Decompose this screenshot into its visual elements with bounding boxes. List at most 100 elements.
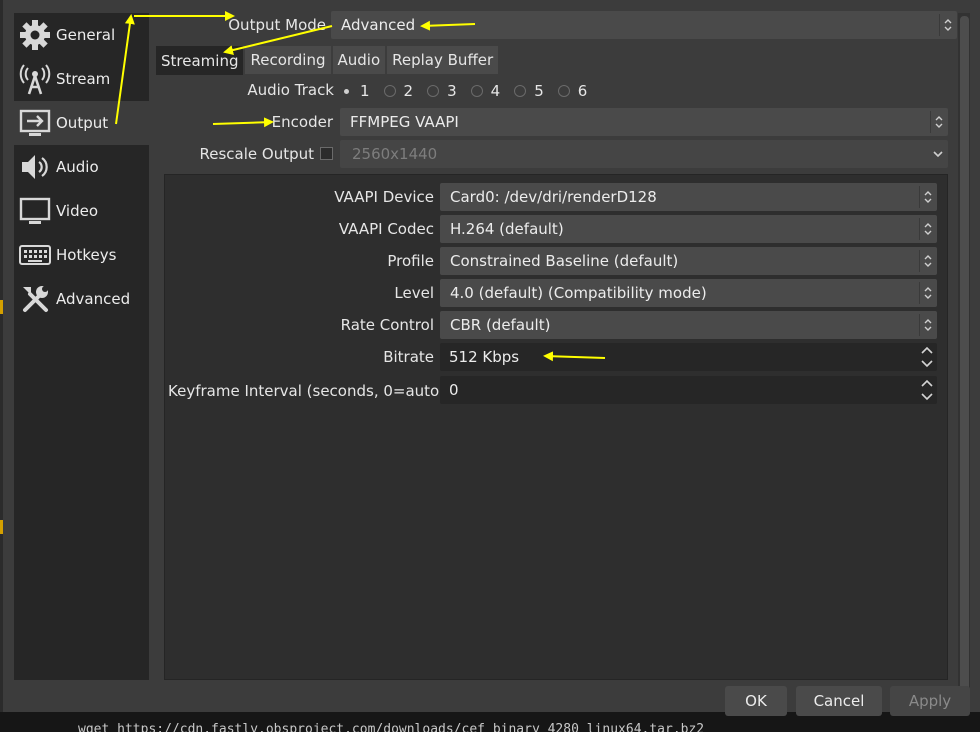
sidebar-item-general[interactable]: General [14,13,149,57]
tab-replay-buffer[interactable]: Replay Buffer [387,46,499,74]
chevron-up-icon[interactable] [919,378,935,389]
rescale-output-select: 2560x1440 [340,140,948,168]
audio-track-radio-6[interactable]: 6 [557,82,588,100]
broadcast-tower-icon [14,57,56,101]
radio-label: 3 [447,82,457,100]
encoder-value: FFMPEG VAAPI [350,113,459,131]
audio-track-radio-1[interactable]: 1 [340,82,370,100]
monitor-output-icon [14,101,56,145]
audio-track-radio-2[interactable]: 2 [383,82,414,100]
level-label: Level [394,284,434,302]
audio-track-radio-3[interactable]: 3 [427,82,457,100]
radio-label: 4 [490,82,501,100]
vaapi-device-value: Card0: /dev/dri/renderD128 [450,188,657,206]
encoder-select[interactable]: FFMPEG VAAPI [340,108,948,136]
audio-track-radios: 1 2 3 4 5 6 [340,81,601,101]
rescale-output-value: 2560x1440 [352,145,438,163]
radio-label: 5 [534,82,544,100]
chevron-up-icon[interactable] [919,345,935,356]
audio-track-radio-4[interactable]: 4 [470,82,501,100]
rescale-output-label: Rescale Output [199,145,315,163]
sidebar-item-label: Audio [56,158,99,176]
chevron-down-icon[interactable] [919,358,935,369]
monitor-icon [14,189,56,233]
audio-track-radio-5[interactable]: 5 [514,82,544,100]
spinbox-arrows [919,343,935,371]
chevron-updown-icon [939,14,955,36]
radio-label: 2 [403,82,414,100]
sidebar-item-audio[interactable]: Audio [14,145,149,189]
output-mode-label: Output Mode [228,16,326,34]
keyframe-interval-value: 0 [449,381,459,399]
radio-label: 6 [577,82,588,100]
profile-value: Constrained Baseline (default) [450,252,679,270]
edge-marker [0,300,3,314]
rate-control-select[interactable]: CBR (default) [440,311,937,339]
gear-icon [14,13,56,57]
sidebar-item-label: Video [56,202,99,220]
sidebar-item-label: Advanced [56,290,131,308]
radio-dot [427,85,440,97]
vaapi-device-label: VAAPI Device [334,188,434,206]
profile-label: Profile [387,252,434,270]
apply-button[interactable]: Apply [890,686,970,716]
radio-label: 1 [360,82,370,100]
radio-dot [514,85,527,97]
output-tabs: Streaming Recording Audio Replay Buffer [156,46,500,75]
vaapi-codec-label: VAAPI Codec [338,220,434,238]
chevron-updown-icon [919,314,935,336]
audio-track-label: Audio Track [247,81,334,99]
sidebar-item-label: Hotkeys [56,246,117,264]
level-select[interactable]: 4.0 (default) (Compatibility mode) [440,279,937,307]
sidebar-item-video[interactable]: Video [14,189,149,233]
output-mode-select[interactable]: Advanced [331,11,957,39]
chevron-down-icon[interactable] [919,391,935,402]
edge-marker [0,520,3,534]
radio-dot [557,85,570,97]
sidebar-item-output[interactable]: Output [14,101,149,145]
tools-icon [14,277,56,321]
rescale-output-checkbox[interactable] [320,147,333,160]
chevron-updown-icon [919,218,935,240]
output-mode-value: Advanced [341,16,416,34]
speaker-icon [14,145,56,189]
chevron-updown-icon [919,282,935,304]
window-left-edge [0,0,3,712]
keyboard-icon [14,233,56,277]
scrollbar-thumb[interactable] [960,16,969,706]
sidebar-item-advanced[interactable]: Advanced [14,277,149,321]
bitrate-spinbox[interactable]: 512 Kbps [440,343,937,371]
keyframe-interval-label: Keyframe Interval (seconds, 0=auto) [168,382,446,400]
vaapi-codec-select[interactable]: H.264 (default) [440,215,937,243]
sidebar-item-label: Stream [56,70,111,88]
sidebar-item-hotkeys[interactable]: Hotkeys [14,233,149,277]
profile-select[interactable]: Constrained Baseline (default) [440,247,937,275]
tab-streaming[interactable]: Streaming [156,46,244,75]
sidebar-item-label: Output [56,114,109,132]
spinbox-arrows [919,376,935,404]
radio-dot [470,85,483,97]
chevron-down-icon [930,143,946,165]
bitrate-value: 512 Kbps [449,348,520,366]
radio-dot [340,85,352,97]
tab-audio[interactable]: Audio [332,46,386,74]
rate-control-label: Rate Control [340,316,434,334]
keyframe-interval-spinbox[interactable]: 0 [440,376,937,404]
sidebar-item-stream[interactable]: Stream [14,57,149,101]
cancel-button[interactable]: Cancel [796,686,882,716]
chevron-updown-icon [930,111,946,133]
settings-sidebar: General Stream Output Audio Video Hotkey… [14,13,149,680]
terminal-text: wget https://cdn.fastly.obsproject.com/d… [78,722,705,732]
bitrate-label: Bitrate [383,348,434,366]
radio-dot [383,85,396,97]
vaapi-device-select[interactable]: Card0: /dev/dri/renderD128 [440,183,937,211]
chevron-updown-icon [919,250,935,272]
level-value: 4.0 (default) (Compatibility mode) [450,284,707,302]
chevron-updown-icon [919,186,935,208]
tab-recording[interactable]: Recording [245,46,331,74]
ok-button[interactable]: OK [725,686,787,716]
encoder-label: Encoder [271,113,333,131]
vaapi-codec-value: H.264 (default) [450,220,564,238]
sidebar-item-label: General [56,26,116,44]
rate-control-value: CBR (default) [450,316,551,334]
